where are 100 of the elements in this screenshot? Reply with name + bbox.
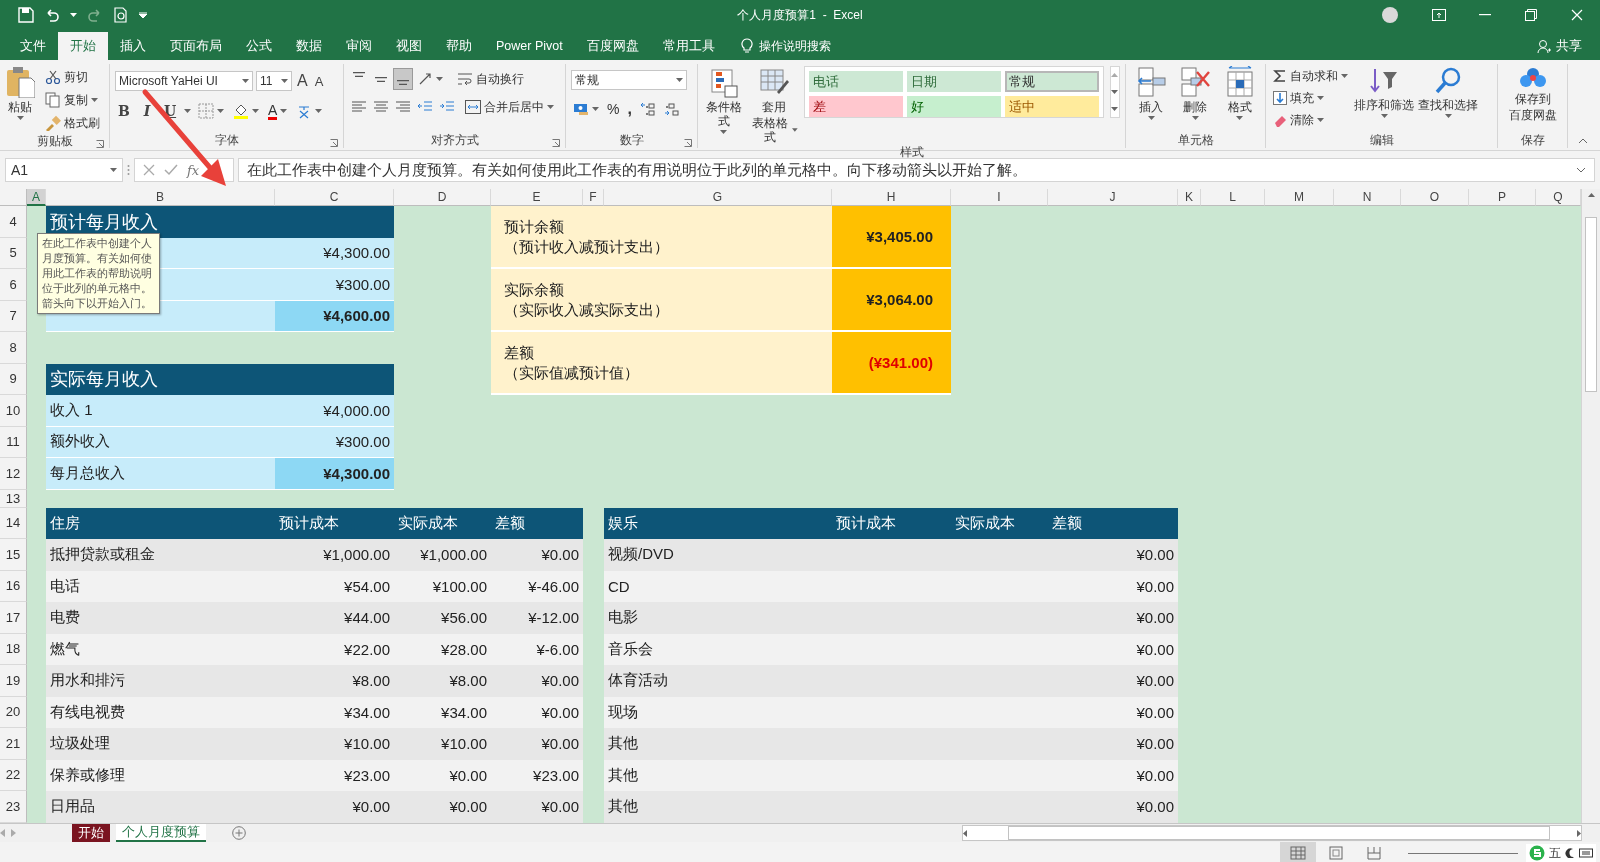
cell-style-option[interactable]: 适中 [1004, 96, 1099, 117]
collapse-icon[interactable] [1578, 138, 1588, 144]
row-header[interactable]: 11 [0, 426, 27, 458]
scroll-thumb[interactable] [1008, 826, 1550, 840]
launcher-icon[interactable] [684, 139, 692, 147]
launcher-icon[interactable] [330, 139, 338, 147]
column-header[interactable]: M [1265, 189, 1334, 206]
row-header[interactable]: 5 [0, 237, 27, 269]
font-name-field[interactable]: Microsoft YaHei UI [115, 71, 253, 91]
column-header[interactable]: A [27, 189, 46, 206]
enter-button[interactable] [164, 164, 178, 176]
launcher-icon[interactable] [552, 139, 560, 147]
insert-function-button[interactable]: fx [187, 162, 200, 178]
print-preview-icon[interactable] [113, 7, 129, 23]
save-icon[interactable] [18, 7, 34, 23]
sheet-tab[interactable]: 个人月度预算 [116, 824, 206, 842]
cell-style-option[interactable]: 好 [906, 96, 1001, 117]
account-avatar[interactable] [1382, 7, 1398, 23]
borders-button[interactable] [196, 100, 226, 122]
cell-style-option[interactable]: 电话 [808, 71, 903, 92]
row-header[interactable]: 4 [0, 206, 27, 238]
row-header[interactable]: 12 [0, 458, 27, 490]
row-header[interactable]: 21 [0, 728, 27, 760]
cell-style-option[interactable]: 常规 [1004, 71, 1099, 92]
clear-button[interactable]: 清除 [1271, 110, 1350, 130]
add-sheet-icon[interactable] [232, 826, 246, 840]
painter-button[interactable]: 格式刷 [43, 113, 102, 133]
column-header[interactable]: G [604, 189, 832, 206]
share-button[interactable]: 共享 [1537, 32, 1582, 60]
cancel-button[interactable] [143, 164, 155, 176]
font-size-field[interactable]: 11 [256, 71, 292, 91]
ribbon-tab[interactable]: 常用工具 [650, 32, 727, 60]
column-header[interactable]: I [951, 189, 1048, 206]
percent-button[interactable]: % [605, 98, 622, 120]
grow-font-button[interactable]: A [295, 70, 310, 92]
fill-button[interactable]: 填充 [1271, 88, 1350, 108]
row-header[interactable]: 20 [0, 696, 27, 728]
name-box[interactable]: A1 [5, 158, 123, 182]
vertical-scrollbar[interactable] [1581, 189, 1600, 823]
copy-button[interactable]: 复制 [43, 90, 102, 110]
column-header[interactable]: N [1334, 189, 1401, 206]
cell-style-option[interactable]: 日期 [906, 71, 1001, 92]
row-header[interactable]: 10 [0, 395, 27, 427]
column-header[interactable]: F [583, 189, 604, 206]
underline-button[interactable]: U [161, 100, 179, 122]
row-header[interactable]: 19 [0, 665, 27, 697]
column-header[interactable]: B [46, 189, 275, 206]
row-header[interactable]: 17 [0, 602, 27, 634]
redo-icon[interactable] [87, 7, 103, 23]
save-to-cloud-button[interactable]: 保存到 百度网盘 [1508, 64, 1557, 132]
column-header[interactable]: Q [1536, 189, 1581, 206]
number-format-field[interactable]: 常规 [571, 70, 687, 90]
ribbon-tab[interactable]: 审阅 [334, 32, 384, 60]
insert-cells-button[interactable]: 插入 [1135, 64, 1168, 132]
undo-icon[interactable] [44, 7, 60, 23]
launcher-icon[interactable] [96, 140, 104, 148]
tell-me-search[interactable]: 操作说明搜索 [740, 32, 831, 60]
italic-button[interactable]: I [138, 100, 156, 122]
horizontal-scrollbar[interactable] [962, 825, 1582, 841]
row-header[interactable]: 23 [0, 791, 27, 823]
ribbon-tab[interactable]: 文件 [8, 32, 58, 60]
find-select-button[interactable]: 查找和选择 [1418, 64, 1478, 132]
column-header[interactable]: P [1469, 189, 1536, 206]
row-header[interactable]: 22 [0, 759, 27, 791]
sort-filter-button[interactable]: 排序和筛选 [1354, 64, 1414, 132]
table-format-button[interactable]: 套用 表格格式 [750, 66, 798, 144]
column-header[interactable]: O [1401, 189, 1469, 206]
nav-right-icon[interactable] [11, 829, 16, 837]
gallery-scroller[interactable] [1109, 66, 1120, 118]
format-cells-button[interactable]: 格式 [1223, 64, 1256, 132]
shrink-font-button[interactable]: A [312, 70, 326, 92]
column-header[interactable]: L [1201, 189, 1265, 206]
bold-button[interactable]: B [115, 100, 133, 122]
vertical-align-button[interactable] [393, 68, 413, 90]
column-header[interactable]: D [394, 189, 491, 206]
expand-icon[interactable] [1576, 167, 1586, 173]
conditional-format-button[interactable]: 条件格式 [703, 66, 745, 144]
row-header[interactable]: 15 [0, 539, 27, 571]
column-header[interactable]: J [1048, 189, 1178, 206]
column-header[interactable]: K [1178, 189, 1201, 206]
column-header[interactable]: C [275, 189, 394, 206]
ribbon-tab[interactable]: 百度网盘 [574, 32, 651, 60]
ribbon-tab[interactable]: 数据 [284, 32, 334, 60]
row-header[interactable]: 16 [0, 570, 27, 602]
ribbon-tab[interactable]: 插入 [108, 32, 158, 60]
delete-cells-button[interactable]: 删除 [1179, 64, 1212, 132]
cell-style-option[interactable]: 差 [808, 96, 903, 117]
sheet-tab[interactable]: 开始 [72, 824, 110, 842]
column-header[interactable]: E [491, 189, 583, 206]
ribbon-tab[interactable]: Power Pivot [484, 32, 575, 60]
comma-button[interactable]: , [625, 98, 634, 120]
wrap-text-button[interactable]: 自动换行 [455, 69, 526, 89]
formula-field[interactable]: 在此工作表中创建个人月度预算。有关如何使用此工作表的有用说明位于此列的单元格中。向下移动箭头以开始了解。 [238, 158, 1595, 182]
ime-toolbar[interactable]: 五 [1526, 844, 1596, 862]
ribbon-tab[interactable]: 公式 [234, 32, 284, 60]
row-header[interactable]: 6 [0, 269, 27, 301]
scroll-thumb[interactable] [1585, 217, 1597, 392]
row-header[interactable]: 9 [0, 363, 27, 395]
ribbon-tab[interactable]: 帮助 [434, 32, 484, 60]
view-button[interactable] [1280, 842, 1316, 862]
